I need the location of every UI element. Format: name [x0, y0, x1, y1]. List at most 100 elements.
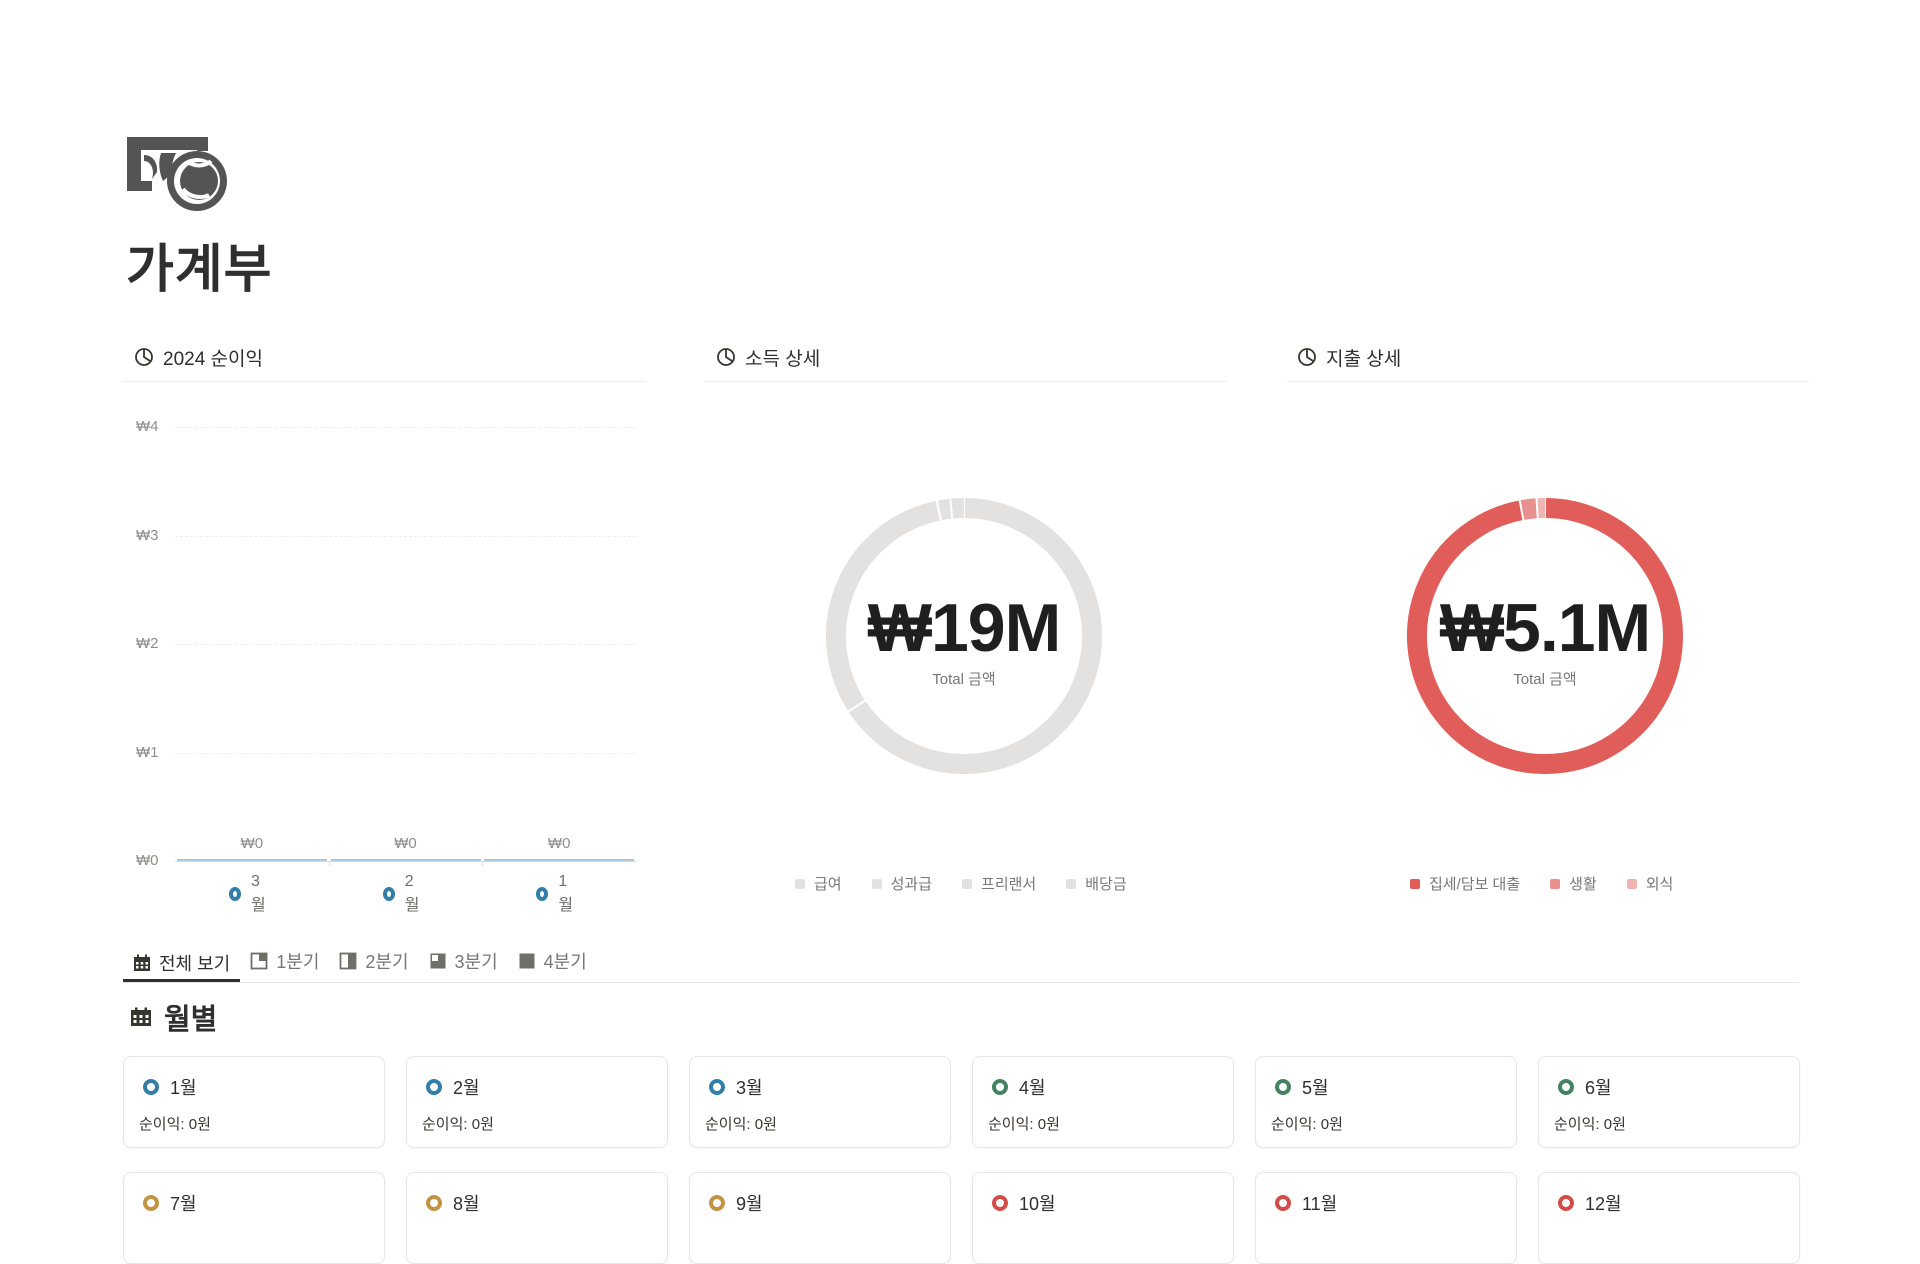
tab-label: 전체 보기 — [159, 950, 230, 976]
month-net-income: 순이익: 0원 — [988, 1113, 1060, 1134]
month-card[interactable]: 5월순이익: 0원 — [1255, 1056, 1517, 1148]
month-name: 10월 — [1019, 1190, 1056, 1216]
donut-slice[interactable] — [951, 508, 964, 509]
chart-title: 2024 순이익 — [163, 344, 263, 371]
legend-item[interactable]: 집세/담보 대출 — [1410, 873, 1520, 894]
legend-swatch — [872, 879, 882, 889]
tab-all[interactable]: 전체 보기 — [123, 940, 240, 982]
tab-q1[interactable]: 1분기 — [240, 940, 329, 976]
tab-q2[interactable]: 2분기 — [329, 940, 418, 976]
month-card-title: 1월 — [143, 1074, 197, 1100]
legend-item[interactable]: 생활 — [1550, 873, 1597, 894]
status-dot-icon — [709, 1079, 725, 1095]
month-name: 12월 — [1585, 1190, 1622, 1216]
chart-title: 소득 상세 — [745, 344, 820, 371]
month-card[interactable]: 6월순이익: 0원 — [1538, 1056, 1800, 1148]
legend-swatch — [962, 879, 972, 889]
month-card[interactable]: 10월 — [972, 1172, 1234, 1264]
donut-slice[interactable] — [939, 509, 952, 511]
month-card-title: 11월 — [1275, 1190, 1337, 1216]
month-card-title: 8월 — [426, 1190, 480, 1216]
x-category-label: 1월 — [536, 873, 575, 915]
month-name: 6월 — [1585, 1074, 1612, 1100]
chart-header-net-income[interactable]: 2024 순이익 — [134, 342, 263, 372]
category-name: 1월 — [558, 873, 575, 915]
tab-label: 4분기 — [544, 948, 587, 974]
status-dot-icon — [426, 1195, 442, 1211]
month-name: 1월 — [170, 1074, 197, 1100]
legend-item[interactable]: 급여 — [795, 873, 842, 894]
month-card-title: 2월 — [426, 1074, 480, 1100]
month-card[interactable]: 4월순이익: 0원 — [972, 1056, 1234, 1148]
tab-label: 3분기 — [455, 948, 498, 974]
month-card[interactable]: 11월 — [1255, 1172, 1517, 1264]
chart-icon — [716, 347, 736, 367]
income-total: ₩19M — [824, 590, 1104, 666]
month-card-title: 3월 — [709, 1074, 763, 1100]
month-net-income: 순이익: 0원 — [1271, 1113, 1343, 1134]
y-tick-label: ₩1 — [136, 744, 159, 761]
legend-swatch — [1627, 879, 1637, 889]
chart-header-expense[interactable]: 지출 상세 — [1297, 342, 1401, 372]
x-axis-tick — [329, 861, 330, 866]
money-hand-icon — [127, 137, 229, 213]
y-tick-label: ₩2 — [136, 635, 159, 652]
legend-swatch — [1066, 879, 1076, 889]
grid-line — [175, 644, 636, 645]
x-category-label: 3월 — [229, 873, 268, 915]
month-card-title: 6월 — [1558, 1074, 1612, 1100]
month-card[interactable]: 9월 — [689, 1172, 951, 1264]
bar[interactable] — [177, 859, 327, 861]
tab-q3[interactable]: 3분기 — [419, 940, 508, 976]
x-category-label: 2월 — [383, 873, 422, 915]
legend-label: 급여 — [814, 873, 842, 894]
chart-icon — [134, 347, 154, 367]
month-card-title: 12월 — [1558, 1190, 1622, 1216]
legend-label: 집세/담보 대출 — [1429, 873, 1520, 894]
month-card[interactable]: 12월 — [1538, 1172, 1800, 1264]
legend-label: 배당금 — [1085, 873, 1126, 894]
category-dot-icon — [536, 887, 548, 901]
chart-icon — [1297, 347, 1317, 367]
month-card-title: 10월 — [992, 1190, 1056, 1216]
month-name: 4월 — [1019, 1074, 1046, 1100]
month-card[interactable]: 8월 — [406, 1172, 668, 1264]
section-title-label: 월별 — [164, 996, 217, 1038]
month-net-income: 순이익: 0원 — [139, 1113, 211, 1134]
month-card-title: 4월 — [992, 1074, 1046, 1100]
status-dot-icon — [992, 1079, 1008, 1095]
month-card[interactable]: 1월순이익: 0원 — [123, 1056, 385, 1148]
income-legend: 급여 성과급 프리랜서 배당금 — [795, 873, 1145, 894]
month-card[interactable]: 3월순이익: 0원 — [689, 1056, 951, 1148]
quarter3-icon — [429, 952, 447, 970]
chart-header-income[interactable]: 소득 상세 — [716, 342, 820, 372]
expense-total-label: Total 금액 — [1405, 668, 1685, 689]
bar-value-label: ₩0 — [212, 835, 292, 852]
legend-label: 생활 — [1569, 873, 1597, 894]
bar[interactable] — [331, 859, 481, 861]
tab-q4[interactable]: 4분기 — [508, 940, 597, 976]
month-card[interactable]: 7월 — [123, 1172, 385, 1264]
status-dot-icon — [1558, 1195, 1574, 1211]
category-dot-icon — [229, 887, 241, 901]
month-card[interactable]: 2월순이익: 0원 — [406, 1056, 668, 1148]
quarter4-icon — [518, 952, 536, 970]
tab-label: 1분기 — [276, 948, 319, 974]
category-name: 3월 — [251, 873, 268, 915]
month-name: 11월 — [1302, 1190, 1337, 1216]
y-tick-label: ₩4 — [136, 418, 159, 435]
legend-item[interactable]: 배당금 — [1066, 873, 1126, 894]
month-card-title: 7월 — [143, 1190, 197, 1216]
month-name: 5월 — [1302, 1074, 1329, 1100]
legend-item[interactable]: 프리랜서 — [962, 873, 1036, 894]
y-tick-label: ₩3 — [136, 527, 159, 544]
calendar-icon — [130, 1007, 152, 1027]
divider — [123, 381, 645, 382]
legend-item[interactable]: 외식 — [1627, 873, 1674, 894]
legend-item[interactable]: 성과급 — [872, 873, 932, 894]
bar[interactable] — [484, 859, 634, 861]
donut-slice[interactable] — [1521, 508, 1537, 510]
divider — [1287, 381, 1809, 382]
status-dot-icon — [992, 1195, 1008, 1211]
page-title: 가계부 — [126, 238, 273, 302]
